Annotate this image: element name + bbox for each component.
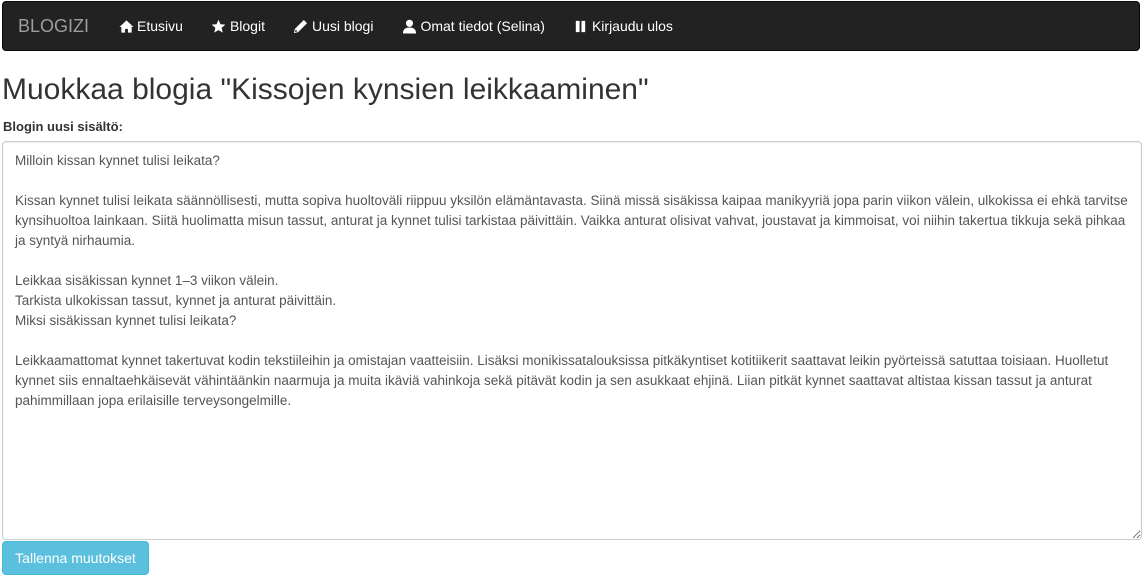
star-icon (211, 18, 227, 34)
nav-item-blogit[interactable]: Blogit (197, 1, 279, 51)
pause-icon (573, 18, 589, 34)
nav-item-label: Blogit (229, 18, 265, 34)
nav-item-omat-tiedot[interactable]: Omat tiedot (Selina) (387, 1, 559, 51)
nav-item-uusi-blogi[interactable]: Uusi blogi (279, 1, 387, 51)
home-icon (118, 18, 134, 34)
nav-item-label: Omat tiedot (Selina) (420, 18, 545, 34)
nav-item-kirjaudu-ulos[interactable]: Kirjaudu ulos (559, 1, 687, 51)
nav-item-label: Etusivu (137, 18, 183, 34)
page-title: Muokkaa blogia "Kissojen kynsien leikkaa… (2, 73, 649, 106)
pencil-icon (293, 18, 309, 34)
nav-item-label: Kirjaudu ulos (591, 18, 673, 34)
user-icon (401, 18, 417, 34)
brand-link[interactable]: BLOGIZI (3, 1, 104, 51)
content-label: Blogin uusi sisältö: (3, 119, 123, 134)
top-navbar: BLOGIZI Etusivu Blogit Uusi blogi Omat t… (2, 1, 1140, 51)
nav-item-label: Uusi blogi (311, 18, 374, 34)
blog-content-textarea[interactable] (2, 141, 1142, 540)
save-changes-button[interactable]: Tallenna muutokset (2, 541, 149, 575)
nav-item-etusivu[interactable]: Etusivu (104, 1, 197, 51)
